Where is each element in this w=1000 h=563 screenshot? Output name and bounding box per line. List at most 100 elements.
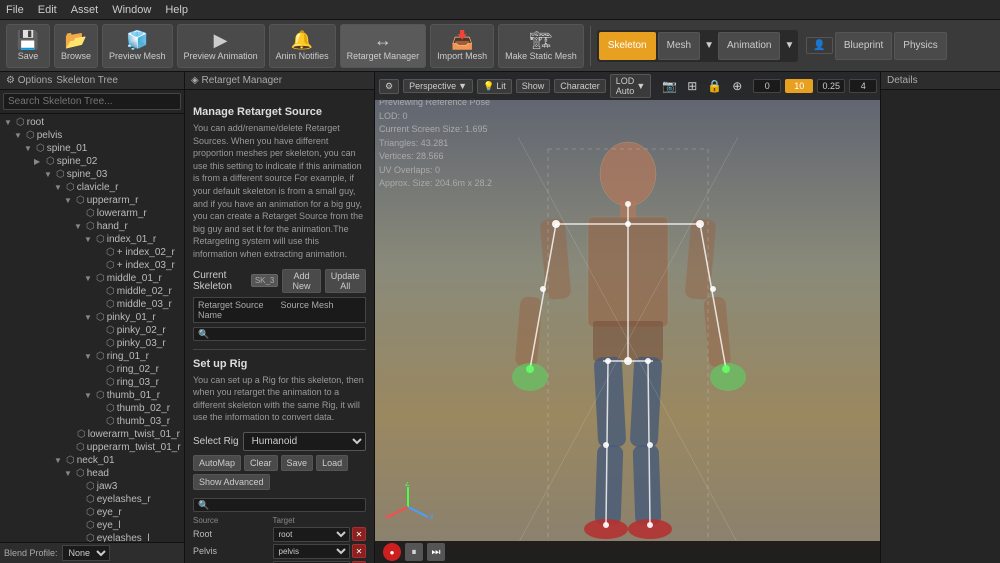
tree-item-hand-r[interactable]: ▼ ⬡ hand_r (72, 220, 182, 233)
lock-btn[interactable]: 🔒 (704, 78, 725, 94)
rot-x-value[interactable]: 0 (753, 79, 781, 93)
mode-mesh-btn[interactable]: Mesh (658, 32, 700, 60)
blend-select[interactable]: None (62, 545, 110, 561)
preview-mesh-button[interactable]: 🧊 Preview Mesh (102, 24, 173, 68)
mode-skeleton-btn[interactable]: Skeleton (599, 32, 656, 60)
source-search-input[interactable] (198, 329, 361, 339)
tree-item-upperarm-twist01r[interactable]: ⬡ upperarm_twist_01_r (72, 441, 182, 454)
root-delete-btn[interactable]: ✕ (352, 527, 366, 541)
mode-arrow2: ▼ (782, 40, 796, 51)
pinky01r-children: ⬡ pinky_02_r ⬡ pinky_03_r (82, 324, 182, 350)
tree-item-thumb03r[interactable]: ⬡ thumb_03_r (92, 415, 182, 428)
clear-button[interactable]: Clear (244, 455, 278, 471)
pause-button[interactable]: ⏸ (405, 543, 423, 561)
add-new-button[interactable]: Add New (282, 269, 320, 293)
tree-item-pinky02r[interactable]: ⬡ pinky_02_r (92, 324, 182, 337)
camera-icon-btn[interactable]: 📷 (659, 78, 680, 94)
tree-item-ring01r[interactable]: ▼⬡ ring_01_r (82, 350, 182, 363)
transform-btn[interactable]: ⊕ (729, 78, 745, 94)
info-screen-size: Current Screen Size: 1.695 (379, 123, 492, 137)
mode-blueprint-btn[interactable]: Blueprint (835, 32, 892, 60)
skip-forward-button[interactable]: ⏭ (427, 543, 445, 561)
tree-item-lowerarm-twist01r[interactable]: ⬡ lowerarm_twist_01_r (72, 428, 182, 441)
manage-source-title: Manage Retarget Source (193, 106, 366, 118)
tree-item-pinky01r[interactable]: ▼⬡ pinky_01_r (82, 311, 182, 324)
character-button[interactable]: Character (554, 79, 606, 93)
mode-physics-btn[interactable]: Physics (894, 32, 946, 60)
options-label[interactable]: ⚙ Options (6, 75, 52, 86)
menu-file[interactable]: File (6, 4, 24, 16)
automap-button[interactable]: AutoMap (193, 455, 241, 471)
info-size: Approx. Size: 204.6m x 28.2 (379, 177, 492, 191)
tree-item-index03r[interactable]: ⬡ + index_03_r (92, 259, 182, 272)
tree-item-neck01[interactable]: ▼⬡ neck_01 (52, 454, 182, 467)
tree-item-ring02r[interactable]: ⬡ ring_02_r (92, 363, 182, 376)
tree-item-middle03r[interactable]: ⬡ middle_03_r (92, 298, 182, 311)
browse-button[interactable]: 📂 Browse (54, 24, 98, 68)
tree-item-thumb01r[interactable]: ▼⬡ thumb_01_r (82, 389, 182, 402)
axes-svg: X Z Y (383, 482, 433, 532)
tree-item-head[interactable]: ▼⬡ head (62, 467, 182, 480)
menu-help[interactable]: Help (165, 4, 188, 16)
index01r-children: ⬡ + index_02_r ⬡ + index_03_r (82, 246, 182, 272)
mode-animation-btn[interactable]: Animation (718, 32, 780, 60)
show-button[interactable]: Show (516, 79, 551, 93)
lod-dropdown[interactable]: LOD Auto ▼ (610, 74, 651, 98)
tree-item-root[interactable]: ▼ ⬡ root (2, 116, 182, 129)
col-headers: Source Target (193, 516, 366, 525)
tree-item-thumb02r[interactable]: ⬡ thumb_02_r (92, 402, 182, 415)
lit-dropdown[interactable]: 💡 Lit (477, 79, 512, 94)
menu-asset[interactable]: Asset (71, 4, 99, 16)
show-advanced-button[interactable]: Show Advanced (193, 474, 270, 490)
tree-item-spine03[interactable]: ▼ ⬡ spine_03 (42, 168, 182, 181)
menu-edit[interactable]: Edit (38, 4, 57, 16)
record-button[interactable]: ● (383, 543, 401, 561)
viewport-options-btn[interactable]: ⚙ (379, 79, 399, 94)
mode-group: Skeleton Mesh ▼ Animation ▼ (597, 30, 799, 62)
tree-item-spine02[interactable]: ▶ ⬡ spine_02 (32, 155, 182, 168)
tree-item-eye-l[interactable]: ⬡ eye_l (72, 519, 182, 532)
action-buttons: AutoMap Clear Save Load Show Advanced (193, 455, 366, 490)
save-rig-button[interactable]: Save (281, 455, 314, 471)
menu-window[interactable]: Window (112, 4, 151, 16)
perspective-dropdown[interactable]: Perspective ▼ (403, 79, 473, 93)
ring01r-children: ⬡ ring_02_r ⬡ ring_03_r (82, 363, 182, 389)
tree-item-pinky03r[interactable]: ⬡ pinky_03_r (92, 337, 182, 350)
anim-notifies-button[interactable]: 🔔 Anim Notifies (269, 24, 336, 68)
tree-item-upperarm-r[interactable]: ▼ ⬡ upperarm_r (62, 194, 182, 207)
pelvis-target-select[interactable]: pelvis (273, 544, 351, 559)
tree-item-jaw3[interactable]: ⬡ jaw3 (72, 480, 182, 493)
rot-y-value[interactable]: 10 (785, 79, 813, 93)
grid-toggle-btn[interactable]: ⊞ (684, 78, 700, 94)
update-all-button[interactable]: Update All (325, 269, 366, 293)
pelvis-delete-btn[interactable]: ✕ (352, 544, 366, 558)
tree-item-spine01[interactable]: ▼ ⬡ spine_01 (22, 142, 182, 155)
tree-item-eye-r[interactable]: ⬡ eye_r (72, 506, 182, 519)
retarget-manager-button[interactable]: ↔ Retarget Manager (340, 24, 427, 68)
tree-item-lowerarm-r[interactable]: ⬡ lowerarm_r (72, 207, 182, 220)
tree-item-pelvis[interactable]: ▼ ⬡ pelvis (12, 129, 182, 142)
rig-select[interactable]: Humanoid None (243, 432, 366, 451)
load-button[interactable]: Load (316, 455, 348, 471)
extra-value[interactable]: 4 (849, 79, 877, 93)
tree-item-index01r[interactable]: ▼ ⬡ index_01_r (82, 233, 182, 246)
tree-item-clavicle-r[interactable]: ▼ ⬡ clavicle_r (52, 181, 182, 194)
table-col1: Retarget Source Name (198, 300, 279, 320)
tree-item-middle01r[interactable]: ▼ ⬡ middle_01_r (82, 272, 182, 285)
skeleton-search-input[interactable] (3, 93, 181, 110)
pelvis-children: ▼ ⬡ spine_01 ▶ ⬡ spine_02 ▼ (12, 142, 182, 542)
tree-item-eyelashes-l[interactable]: ⬡ eyelashes_l (72, 532, 182, 542)
scale-value[interactable]: 0.25 (817, 79, 845, 93)
tree-item-index02r[interactable]: ⬡ + index_02_r (92, 246, 182, 259)
save-button[interactable]: 💾 Save (6, 24, 50, 68)
select-rig-label: Select Rig (193, 436, 239, 447)
import-mesh-button[interactable]: 📥 Import Mesh (430, 24, 494, 68)
make-static-button[interactable]: 🏗 Make Static Mesh (498, 24, 584, 68)
mapping-search-input[interactable] (198, 500, 361, 510)
tree-item-middle02r[interactable]: ⬡ middle_02_r (92, 285, 182, 298)
tree-item-eyelashes-r[interactable]: ⬡ eyelashes_r (72, 493, 182, 506)
preview-anim-button[interactable]: ▶ Preview Animation (177, 24, 265, 68)
root-target-select[interactable]: root (273, 527, 351, 542)
tree-item-ring03r[interactable]: ⬡ ring_03_r (92, 376, 182, 389)
import-icon: 📥 (451, 31, 473, 49)
